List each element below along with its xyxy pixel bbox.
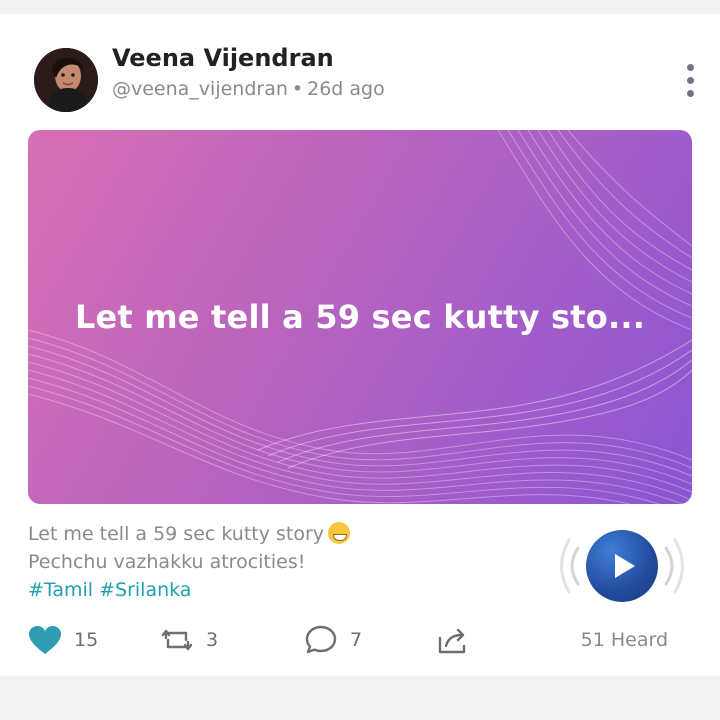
repost-button[interactable]: 3 (160, 618, 218, 662)
repost-count: 3 (206, 629, 219, 651)
repost-icon (161, 629, 193, 651)
author-handle[interactable]: @veena_vijendran (112, 78, 288, 100)
heart-icon (29, 626, 61, 654)
post-meta: @veena_vijendran • 26d ago (112, 78, 385, 100)
play-button[interactable] (586, 530, 658, 602)
meta-separator: • (291, 78, 304, 100)
avatar[interactable] (34, 48, 98, 112)
hashtag-tamil[interactable]: #Tamil (28, 579, 93, 601)
sound-waves-right-icon (664, 538, 684, 594)
comment-count: 7 (350, 629, 363, 651)
audio-player (556, 524, 688, 608)
like-button[interactable]: 15 (28, 618, 98, 662)
post-time: 26d ago (307, 78, 385, 100)
hashtag-srilanka[interactable]: #Srilanka (99, 579, 191, 601)
share-button[interactable] (436, 618, 470, 662)
action-bar: 15 3 7 51 Heard (28, 618, 692, 662)
grinning-face-emoji-icon (328, 522, 351, 544)
share-icon (438, 628, 466, 654)
avatar-photo (34, 48, 98, 112)
comment-icon (305, 625, 337, 654)
sound-waves-left-icon (560, 538, 580, 594)
banner-title: Let me tell a 59 sec kutty sto... (74, 298, 646, 336)
description-line-2: Pechchu vazhakku atrocities! (28, 551, 306, 573)
description-line-1: Let me tell a 59 sec kutty story (28, 523, 325, 545)
more-vertical-icon[interactable] (676, 60, 704, 100)
comment-button[interactable]: 7 (304, 618, 362, 662)
like-count: 15 (74, 629, 99, 651)
hashtags: #Tamil #Srilanka (28, 576, 528, 604)
post-description: Let me tell a 59 sec kutty story Pechchu… (28, 520, 528, 604)
play-icon (615, 554, 635, 578)
author-name[interactable]: Veena Vijendran (112, 44, 334, 72)
post-card: Veena Vijendran @veena_vijendran • 26d ago (0, 14, 720, 676)
heard-count: 51 Heard (580, 629, 668, 651)
post-banner[interactable]: Let me tell a 59 sec kutty sto... (28, 130, 692, 504)
